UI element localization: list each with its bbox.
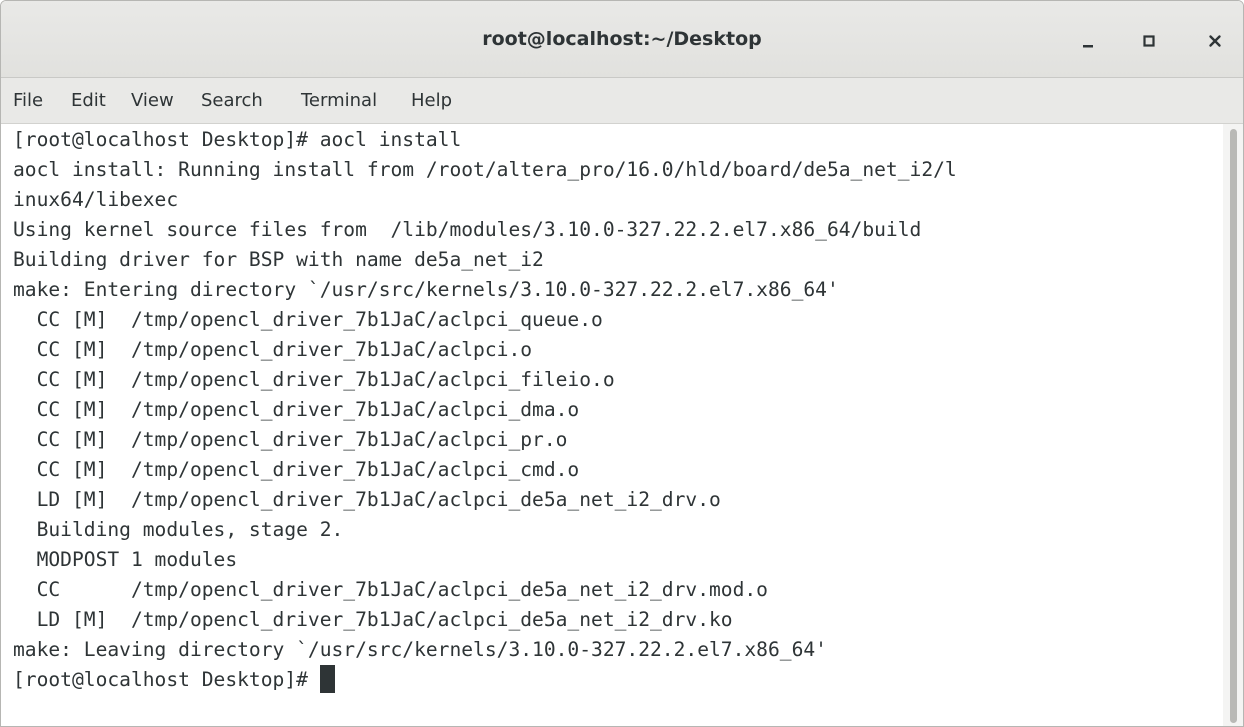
menu-bar: File Edit View Search Terminal Help xyxy=(1,78,1243,124)
terminal-line: make: Leaving directory `/usr/src/kernel… xyxy=(13,638,827,661)
terminal-line: MODPOST 1 modules xyxy=(13,548,238,571)
prompt-line: [root@localhost Desktop]# xyxy=(13,665,335,695)
vertical-scrollbar[interactable] xyxy=(1223,124,1243,726)
terminal-line: Using kernel source files from /lib/modu… xyxy=(13,218,922,241)
terminal-line: aocl install: Running install from /root… xyxy=(13,158,957,181)
terminal-line: CC [M] /tmp/opencl_driver_7b1JaC/aclpci_… xyxy=(13,458,580,481)
menu-file[interactable]: File xyxy=(13,88,43,113)
terminal-line: CC [M] /tmp/opencl_driver_7b1JaC/aclpci_… xyxy=(13,368,615,391)
terminal-line: make: Entering directory `/usr/src/kerne… xyxy=(13,278,839,301)
text-cursor xyxy=(319,665,335,693)
menu-view[interactable]: View xyxy=(131,88,174,113)
terminal-line: Building modules, stage 2. xyxy=(13,518,344,541)
terminal-line: LD [M] /tmp/opencl_driver_7b1JaC/aclpci_… xyxy=(13,488,721,511)
terminal-line: Building driver for BSP with name de5a_n… xyxy=(13,248,544,271)
maximize-button[interactable] xyxy=(1131,23,1167,59)
terminal-line: [root@localhost Desktop]# aocl install xyxy=(13,128,462,151)
title-bar[interactable]: root@localhost:~/Desktop xyxy=(1,1,1243,78)
minimize-icon xyxy=(1083,45,1093,48)
terminal-line: CC /tmp/opencl_driver_7b1JaC/aclpci_de5a… xyxy=(13,578,768,601)
minimize-button[interactable] xyxy=(1070,23,1106,59)
terminal-line: CC [M] /tmp/opencl_driver_7b1JaC/aclpci_… xyxy=(13,308,603,331)
scrollbar-thumb[interactable] xyxy=(1230,129,1237,723)
close-button[interactable] xyxy=(1197,23,1233,59)
maximize-icon xyxy=(1143,35,1155,47)
terminal-line: CC [M] /tmp/opencl_driver_7b1JaC/aclpci_… xyxy=(13,398,580,421)
menu-search[interactable]: Search xyxy=(201,88,263,113)
terminal-line: CC [M] /tmp/opencl_driver_7b1JaC/aclpci.… xyxy=(13,338,533,361)
terminal-window: root@localhost:~/Desktop File Edit View … xyxy=(0,0,1244,727)
terminal-line: inux64/libexec xyxy=(13,188,179,211)
menu-edit[interactable]: Edit xyxy=(71,88,106,113)
menu-terminal[interactable]: Terminal xyxy=(301,88,377,113)
window-title: root@localhost:~/Desktop xyxy=(482,28,762,50)
close-icon xyxy=(1209,35,1221,47)
terminal-line: CC [M] /tmp/opencl_driver_7b1JaC/aclpci_… xyxy=(13,428,568,451)
terminal-output[interactable]: [root@localhost Desktop]# aocl install a… xyxy=(1,124,1223,726)
shell-prompt: [root@localhost Desktop]# xyxy=(13,668,320,691)
menu-help[interactable]: Help xyxy=(411,88,452,113)
terminal-line: LD [M] /tmp/opencl_driver_7b1JaC/aclpci_… xyxy=(13,608,733,631)
